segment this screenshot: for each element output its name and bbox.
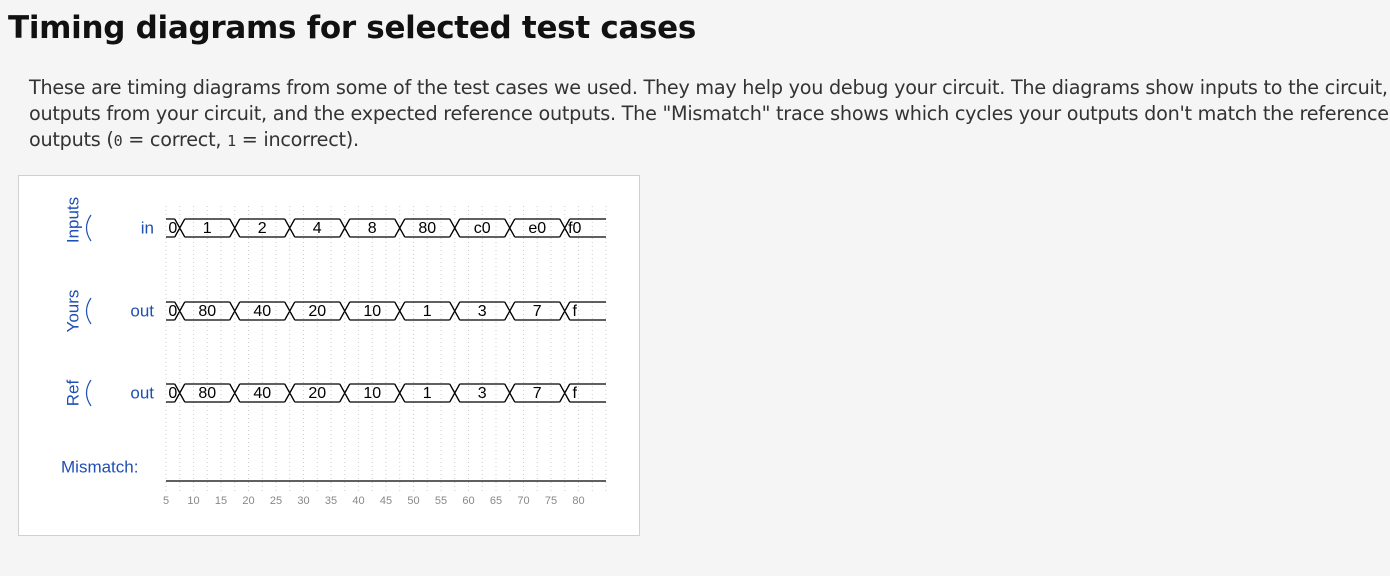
group-label-ref: Ref — [63, 380, 82, 407]
time-tick-label: 80 — [572, 495, 584, 507]
signal-value: 1 — [423, 385, 432, 402]
time-tick-label: 5 — [163, 495, 169, 507]
time-tick-label: 40 — [352, 495, 364, 507]
group-label-yours: Yours — [63, 290, 82, 333]
signal-value: 10 — [363, 385, 381, 402]
signal-value: 3 — [478, 303, 487, 320]
time-tick-label: 30 — [297, 495, 309, 507]
signal-value: 0 — [168, 385, 177, 402]
group-bracket-icon — [85, 297, 92, 325]
description-text: = incorrect). — [235, 128, 359, 151]
signal-value: f — [573, 385, 578, 402]
signal-value: 2 — [258, 220, 267, 237]
time-tick-label: 15 — [215, 495, 227, 507]
signal-value: 80 — [198, 303, 216, 320]
signal-value: 20 — [308, 303, 326, 320]
mismatch-label: Mismatch: — [61, 457, 138, 476]
signal-value: 8 — [368, 220, 377, 237]
group-bracket-icon — [85, 214, 92, 242]
signal-value: e0 — [528, 220, 546, 237]
signal-value: 80 — [418, 220, 436, 237]
time-tick-label: 45 — [380, 495, 392, 507]
signal-name: out — [130, 383, 154, 402]
timing-diagram: Inputs inYours outRef out0 1 2 4 8 80 c0 e0 f00 80 40… — [61, 197, 607, 507]
time-tick-label: 55 — [435, 495, 447, 507]
signal-value: 1 — [203, 220, 212, 237]
time-tick-label: 10 — [187, 495, 199, 507]
signal-value: 40 — [253, 303, 271, 320]
page-title: Timing diagrams for selected test cases — [8, 10, 697, 46]
description-text: = correct, — [122, 128, 228, 151]
signal-value: 0 — [168, 303, 177, 320]
page-description: These are timing diagrams from some of t… — [29, 75, 1389, 154]
signal-value: 7 — [533, 303, 542, 320]
time-tick-label: 75 — [545, 495, 557, 507]
signal-value: 7 — [533, 385, 542, 402]
signal-value: 20 — [308, 385, 326, 402]
signal-value: 40 — [253, 385, 271, 402]
code-one: 1 — [227, 132, 236, 150]
signal-value: f0 — [568, 220, 581, 237]
signal-name: in — [141, 218, 154, 237]
group-label-inputs: Inputs — [63, 197, 82, 243]
timing-diagram-panel: Inputs in Yours out Ref out 0 1 2 4 8 80 c0 e0 f0 0 80 40… — [18, 175, 640, 536]
signal-value: 3 — [478, 385, 487, 402]
time-tick-label: 35 — [325, 495, 337, 507]
signal-value: 1 — [423, 303, 432, 320]
time-tick-label: 25 — [270, 495, 282, 507]
time-tick-label: 60 — [462, 495, 474, 507]
signal-value: 10 — [363, 303, 381, 320]
signal-name: out — [130, 301, 154, 320]
time-tick-label: 70 — [517, 495, 529, 507]
time-tick-label: 20 — [242, 495, 254, 507]
signal-value: 80 — [198, 385, 216, 402]
time-tick-label: 65 — [490, 495, 502, 507]
signal-value: 4 — [313, 220, 322, 237]
time-tick-label: 50 — [407, 495, 419, 507]
signal-value: c0 — [474, 220, 491, 237]
group-bracket-icon — [85, 379, 92, 407]
signal-value: f — [573, 303, 578, 320]
signal-value: 0 — [168, 220, 177, 237]
